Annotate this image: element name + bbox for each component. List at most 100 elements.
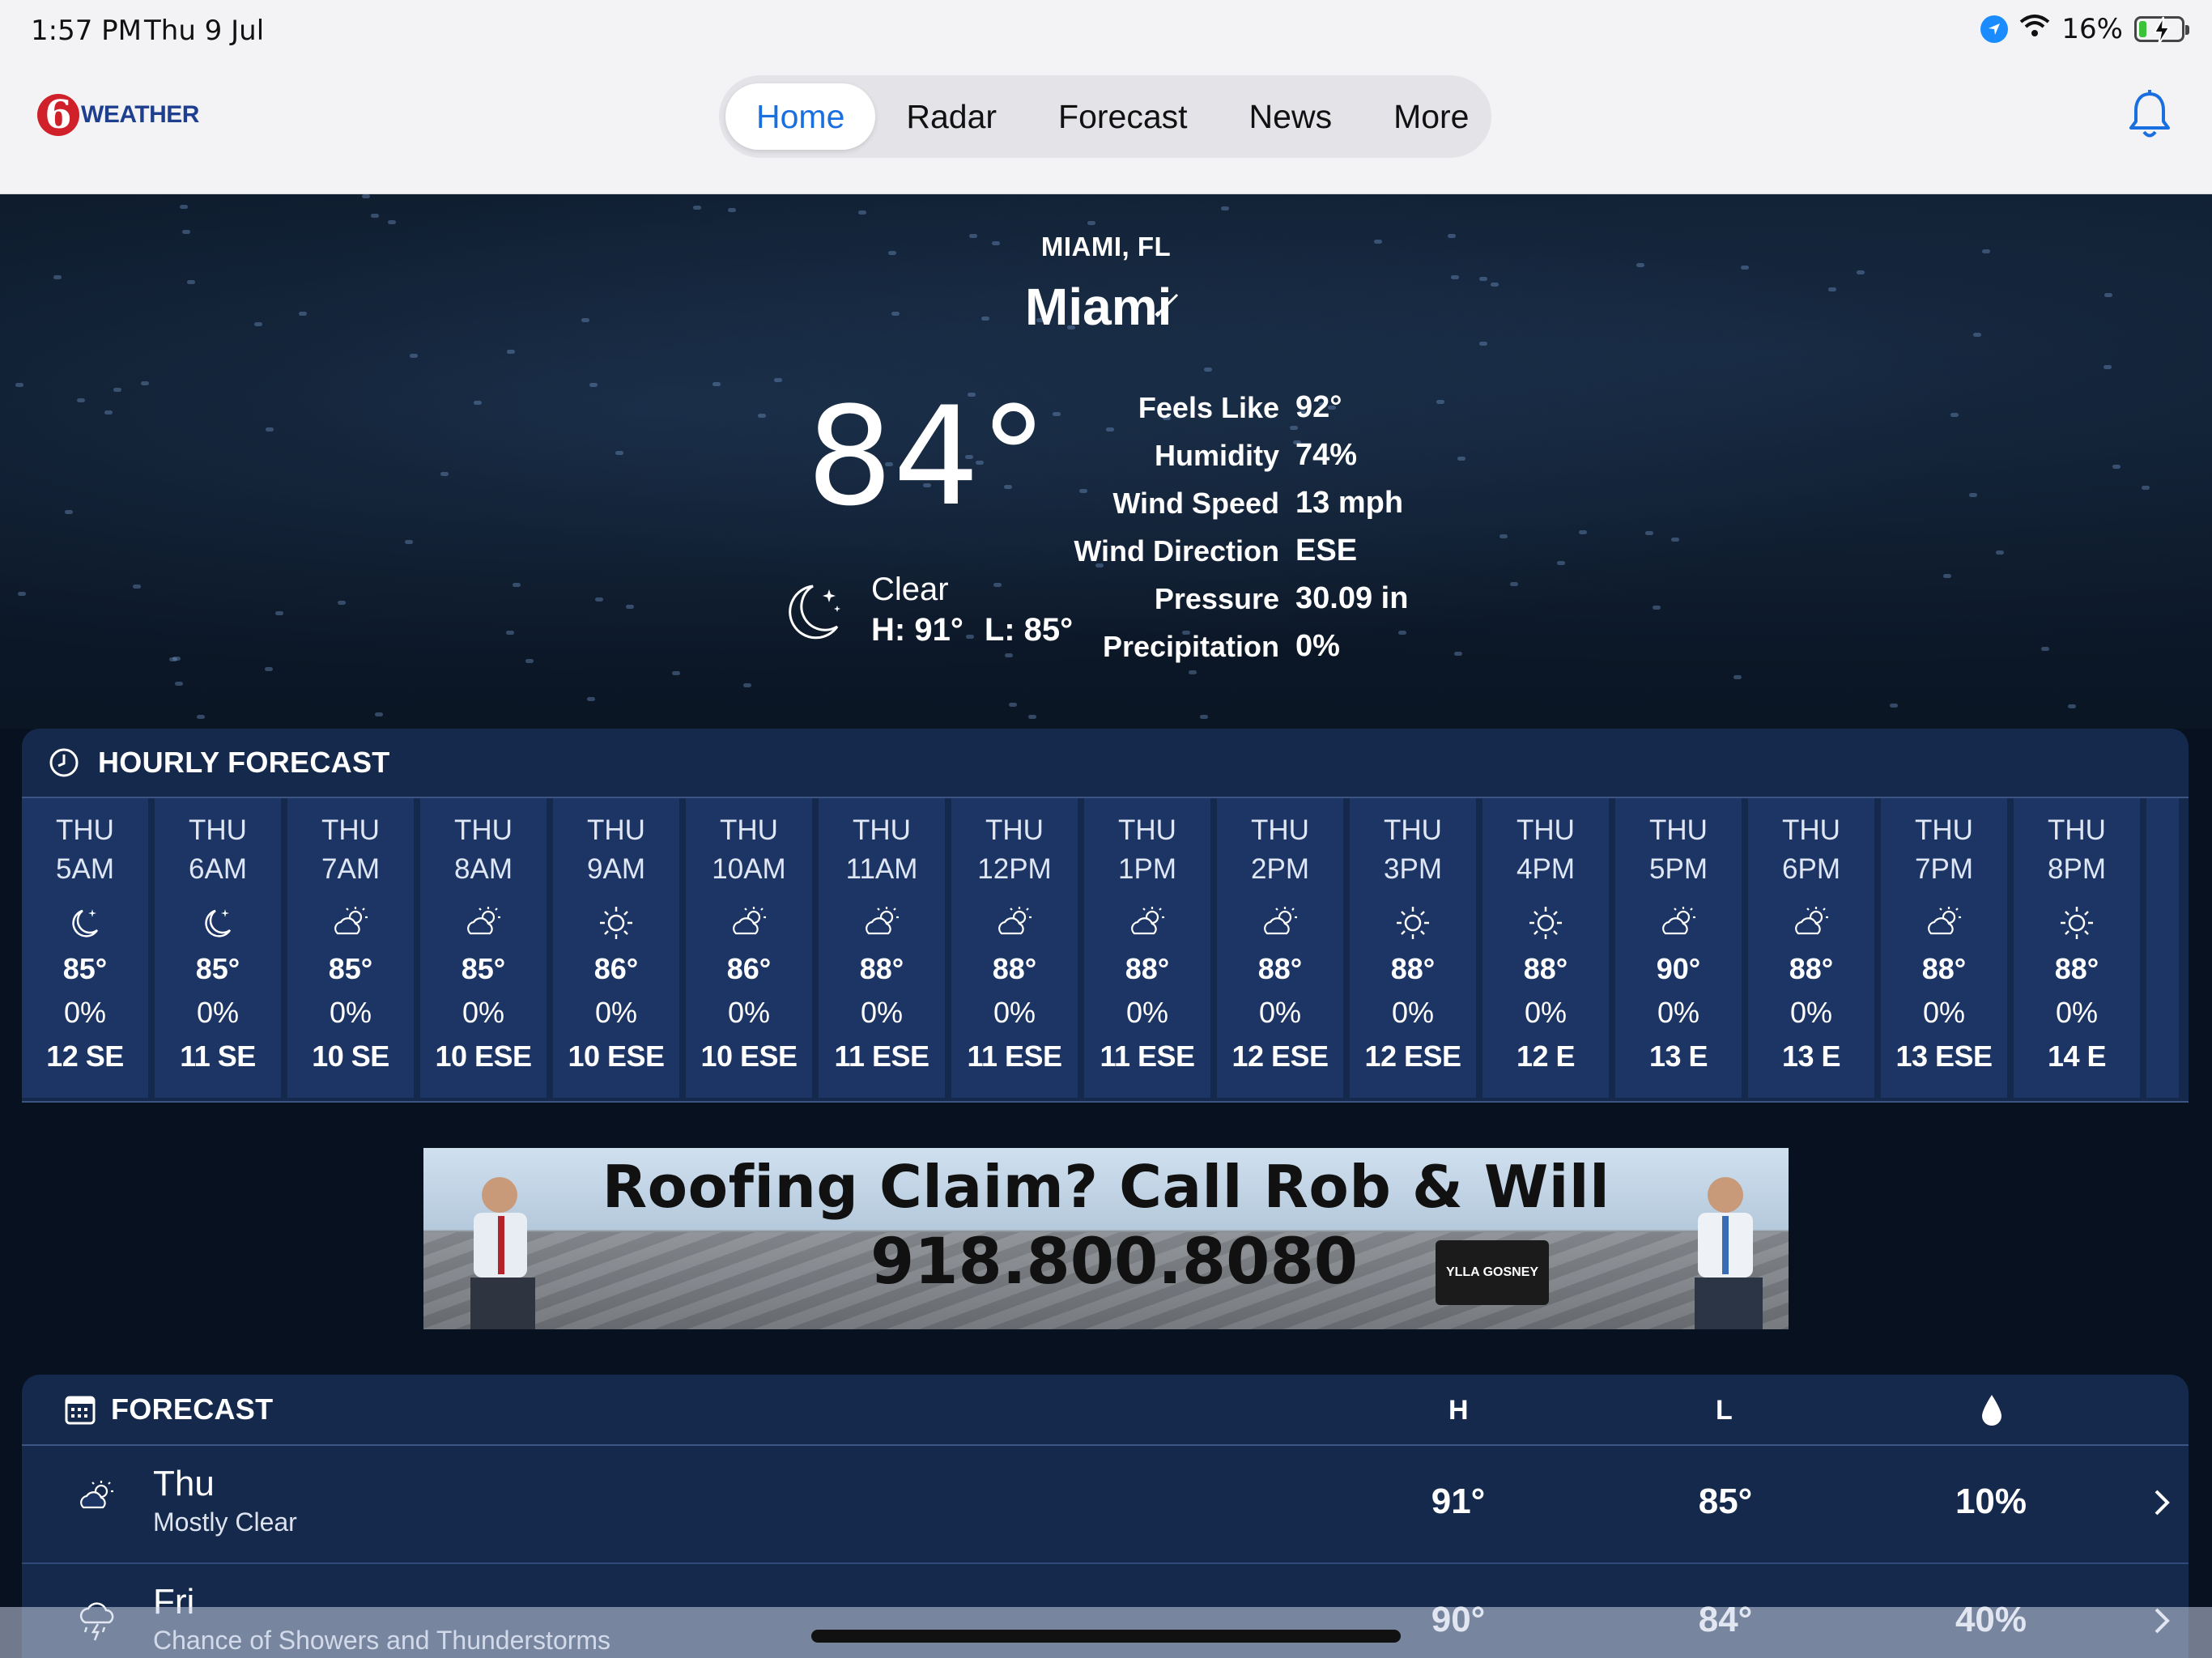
hour-time: 4PM (1516, 853, 1575, 885)
hour-precipitation: 0% (594, 996, 638, 1029)
hour-precipitation: 0% (1789, 996, 1833, 1029)
hour-temperature: 88° (1921, 952, 1967, 985)
hourly-cell[interactable]: THU 5PM 90° 0% 13 E (1615, 798, 1742, 1098)
detail-value: 30.09 in (1295, 581, 1409, 615)
detail-value: 0% (1295, 629, 1340, 663)
background-speck (587, 697, 595, 701)
background-speck (1200, 715, 1208, 719)
status-bar: 1:57 PM Thu 9 Jul 16% (0, 0, 2212, 65)
chevron-right-icon[interactable] (2151, 1486, 2172, 1523)
background-speck (2112, 465, 2121, 469)
raindrop-icon (1980, 1375, 2004, 1446)
background-speck (1950, 413, 1959, 417)
hour-precipitation: 0% (329, 996, 372, 1029)
sun-icon (1527, 899, 1564, 947)
hour-time: 9AM (587, 853, 645, 885)
background-speck (1189, 670, 1197, 674)
hourly-cell[interactable]: THU 6PM 88° 0% 13 E (1748, 798, 1874, 1098)
day-name: Thu (153, 1464, 215, 1503)
hour-time: 8PM (2048, 853, 2106, 885)
logo-word: WEATHER (81, 101, 199, 128)
hourly-cell[interactable]: THU 7PM 88° 0% 13 ESE (1881, 798, 2007, 1098)
hourly-cell-partial[interactable] (2146, 798, 2179, 1098)
logo-six: 6 (37, 94, 79, 136)
hour-temperature: 86° (593, 952, 639, 985)
tab-forecast[interactable]: Forecast (1027, 83, 1219, 150)
hourly-cell[interactable]: THU 7AM 85° 0% 10 SE (287, 798, 414, 1098)
background-speck (1557, 561, 1565, 565)
hourly-scroll-list[interactable]: THU 5AM 85° 0% 12 SE THU 6AM 85° 0% 11 SE THU 7AM 85… (22, 798, 2189, 1098)
background-speck (1969, 493, 1977, 497)
hour-temperature: 85° (195, 952, 240, 985)
hourly-cell[interactable]: THU 8AM 85° 0% 10 ESE (420, 798, 547, 1098)
hour-temperature: 88° (1390, 952, 1436, 985)
partly-cloudy-icon (462, 899, 504, 947)
notifications-bell-icon[interactable] (2126, 89, 2173, 145)
background-speck (513, 583, 521, 587)
hour-temperature: 88° (2054, 952, 2099, 985)
hour-temperature: 88° (1523, 952, 1568, 985)
hour-temperature: 85° (62, 952, 108, 985)
charging-bolt-icon (2153, 16, 2171, 45)
background-speck (53, 275, 62, 279)
day-high: 91° (1431, 1482, 1486, 1521)
hourly-cell[interactable]: THU 3PM 88° 0% 12 ESE (1350, 798, 1476, 1098)
detail-label: Wind Direction (1074, 534, 1279, 568)
background-speck (1499, 534, 1508, 538)
background-speck (1828, 287, 1836, 291)
background-speck (1890, 704, 1898, 708)
ad-banner[interactable]: Roofing Claim? Call Rob & Will 918.800.8… (423, 1148, 1789, 1329)
hour-wind: 13 ESE (1895, 1039, 1993, 1073)
background-speck (595, 597, 603, 602)
partly-cloudy-icon (75, 1478, 117, 1520)
hourly-cell[interactable]: THU 6AM 85° 0% 11 SE (155, 798, 281, 1098)
background-speck (18, 592, 26, 596)
detail-value: 92° (1295, 390, 1342, 424)
background-speck (474, 401, 482, 405)
background-speck (1996, 551, 2004, 555)
hour-wind: 10 ESE (435, 1039, 532, 1073)
hourly-cell[interactable]: THU 12PM 88° 0% 11 ESE (951, 798, 1078, 1098)
home-indicator[interactable] (811, 1630, 1401, 1643)
background-speck (693, 206, 701, 210)
sun-icon (1394, 899, 1431, 947)
detail-wind-direction: Wind Direction ESE (1053, 527, 1408, 575)
hour-wind: 11 ESE (967, 1039, 1062, 1073)
daily-forecast-title: FORECAST (111, 1392, 274, 1426)
hourly-cell[interactable]: THU 9AM 86° 0% 10 ESE (553, 798, 679, 1098)
edit-location-icon[interactable] (1153, 291, 1180, 323)
hourly-cell[interactable]: THU 5AM 85° 0% 12 SE (22, 798, 148, 1098)
daily-forecast-row[interactable]: Thu Mostly Clear 91° 85° 10% (22, 1446, 2189, 1564)
background-speck (2068, 704, 2076, 708)
hourly-cell[interactable]: THU 10AM 86° 0% 10 ESE (686, 798, 812, 1098)
top-navigation: 6 WEATHER Home Radar Forecast News More (0, 65, 2212, 194)
background-speck (254, 322, 262, 326)
hour-wind: 14 E (2047, 1039, 2107, 1073)
background-speck (506, 631, 514, 635)
detail-value: 13 mph (1295, 486, 1404, 520)
background-speck (65, 510, 73, 514)
hourly-forecast-header: HOURLY FORECAST (22, 729, 2189, 798)
background-speck (1857, 270, 1865, 274)
hour-time: 6PM (1782, 853, 1840, 885)
hourly-cell[interactable]: THU 8PM 88° 0% 14 E (2014, 798, 2140, 1098)
app-logo[interactable]: 6 WEATHER (37, 94, 199, 136)
tab-radar[interactable]: Radar (875, 83, 1027, 150)
location-name[interactable]: Miami (1025, 277, 1172, 337)
hourly-cell[interactable]: THU 1PM 88° 0% 11 ESE (1084, 798, 1210, 1098)
background-speck (758, 414, 766, 418)
hourly-cell[interactable]: THU 2PM 88° 0% 12 ESE (1217, 798, 1343, 1098)
background-speck (1653, 606, 1661, 610)
detail-label: Pressure (1154, 581, 1279, 615)
hourly-forecast-title: HOURLY FORECAST (98, 746, 390, 779)
tab-home[interactable]: Home (725, 83, 876, 150)
tab-news[interactable]: News (1219, 83, 1363, 150)
background-speck (265, 667, 273, 671)
tab-more[interactable]: More (1363, 83, 1499, 150)
background-speck (993, 583, 1002, 587)
background-speck (1454, 652, 1462, 656)
hourly-cell[interactable]: THU 11AM 88° 0% 11 ESE (819, 798, 945, 1098)
hourly-forecast-panel: HOURLY FORECAST THU 5AM 85° 0% 12 SE THU 6AM 85… (22, 729, 2189, 1103)
hourly-cell[interactable]: THU 4PM 88° 0% 12 E (1482, 798, 1609, 1098)
sun-icon (598, 899, 635, 947)
